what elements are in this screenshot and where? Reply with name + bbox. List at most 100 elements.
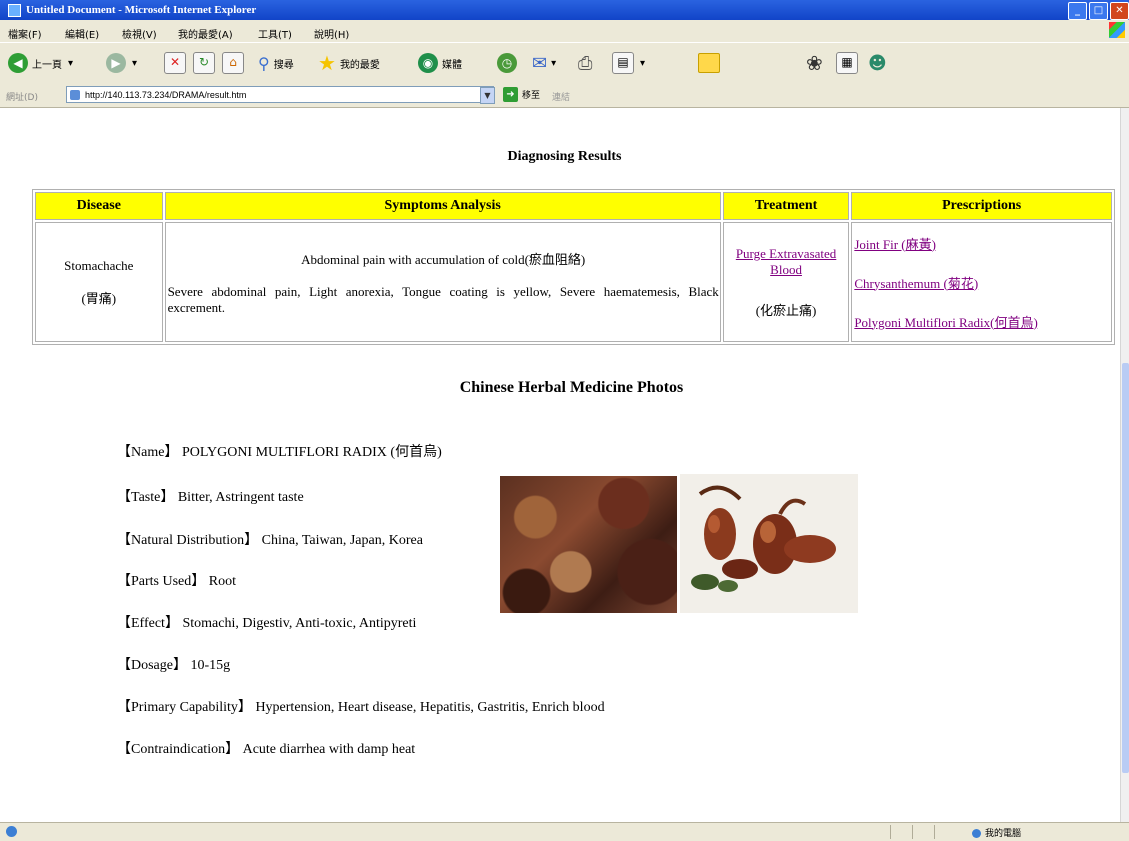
prescription-link-joint-fir[interactable]: Joint Fir (麻黃) bbox=[854, 237, 936, 252]
refresh-button[interactable]: ↻ bbox=[193, 51, 215, 75]
ie-icon bbox=[8, 4, 21, 17]
symptoms-details: Severe abdominal pain, Light anorexia, T… bbox=[167, 283, 719, 315]
edit-button[interactable]: ▤ ▾ bbox=[612, 51, 645, 75]
url-dropdown-button[interactable]: ▼ bbox=[480, 87, 495, 104]
symptoms-cell: Abdominal pain with accumulation of cold… bbox=[164, 222, 721, 342]
search-label: 搜尋 bbox=[273, 59, 294, 71]
scrollbar-thumb[interactable] bbox=[1122, 363, 1129, 773]
prescriptions-cell: Joint Fir (麻黃) Chrysanthemum (菊花) Polygo… bbox=[851, 222, 1112, 342]
security-zone: 我的電腦 bbox=[972, 826, 1021, 839]
menubar: 檔案(F) 編輯(E) 檢視(V) 我的最愛(A) 工具(T) 說明(H) bbox=[0, 20, 1129, 42]
maximize-button[interactable]: □ bbox=[1089, 2, 1108, 20]
menu-help[interactable]: 說明(H) bbox=[314, 26, 349, 41]
menu-view[interactable]: 檢視(V) bbox=[122, 26, 157, 41]
forward-button[interactable]: ▶ ▾ bbox=[106, 51, 137, 75]
toolbar: ◀ 上一頁 ▾ ▶ ▾ ✕ ↻ ⌂ ⚲ 搜尋 ★ 我的最愛 ◉ 媒體 ◷ ✉ ▾… bbox=[0, 42, 1129, 84]
media-button[interactable]: ◉ 媒體 bbox=[418, 51, 462, 75]
header-treatment: Treatment bbox=[722, 192, 850, 220]
disease-cell: Stomachache (胃痛) bbox=[35, 222, 163, 342]
extension-button-3[interactable]: ☻ bbox=[868, 51, 887, 75]
refresh-icon: ↻ bbox=[193, 52, 215, 74]
menu-favorites[interactable]: 我的最愛(A) bbox=[178, 26, 233, 41]
menu-edit[interactable]: 編輯(E) bbox=[65, 26, 99, 41]
header-disease: Disease bbox=[35, 192, 163, 220]
history-button[interactable]: ◷ bbox=[497, 51, 517, 75]
treatment-cell: Purge Extravasated Blood (化瘀止痛) bbox=[722, 222, 850, 342]
print-icon: ⎙ bbox=[578, 52, 593, 74]
chevron-down-icon: ▾ bbox=[68, 57, 74, 69]
herb-field-distribution: 【Natural Distribution】 China, Taiwan, Ja… bbox=[117, 529, 423, 549]
status-divider bbox=[890, 825, 891, 839]
menu-tools[interactable]: 工具(T) bbox=[258, 26, 292, 41]
chevron-down-icon: ▾ bbox=[132, 57, 138, 69]
mail-button[interactable]: ✉ ▾ bbox=[532, 51, 556, 75]
field-label: 【Parts Used】 bbox=[117, 574, 206, 589]
herb-field-contraindication: 【Contraindication】 Acute diarrhea with d… bbox=[117, 738, 415, 758]
page-status-icon bbox=[6, 826, 17, 837]
calendar-icon: ▦ bbox=[836, 52, 858, 74]
favorites-label: 我的最愛 bbox=[339, 59, 380, 71]
go-button[interactable]: ➜ 移至 bbox=[503, 87, 540, 102]
star-icon: ★ bbox=[318, 51, 336, 75]
field-value: Bitter, Astringent taste bbox=[177, 490, 304, 505]
media-label: 媒體 bbox=[442, 59, 462, 71]
address-bar: 網址(D) http://140.113.73.234/DRAMA/result… bbox=[0, 83, 1129, 108]
chevron-down-icon: ▾ bbox=[640, 57, 646, 69]
extension-button-2[interactable]: ▦ bbox=[836, 51, 858, 75]
disease-chinese: (胃痛) bbox=[81, 290, 117, 306]
treatment-link[interactable]: Purge Extravasated Blood bbox=[736, 246, 836, 277]
window-title: Untitled Document - Microsoft Internet E… bbox=[26, 4, 257, 16]
field-label: 【Taste】 bbox=[117, 490, 175, 505]
header-prescriptions: Prescriptions bbox=[851, 192, 1112, 220]
home-button[interactable]: ⌂ bbox=[222, 51, 244, 75]
back-button[interactable]: ◀ 上一頁 ▾ bbox=[8, 51, 73, 75]
links-button[interactable]: 連結 bbox=[552, 90, 570, 103]
herb-field-parts-used: 【Parts Used】 Root bbox=[117, 570, 236, 590]
computer-icon bbox=[972, 829, 981, 838]
back-arrow-icon: ◀ bbox=[8, 53, 28, 73]
header-symptoms: Symptoms Analysis bbox=[164, 192, 721, 220]
page-content: Diagnosing Results Disease Symptoms Anal… bbox=[0, 108, 1129, 822]
field-label: 【Effect】 bbox=[117, 616, 179, 631]
extension-button-1[interactable]: ❀ bbox=[806, 51, 823, 75]
symptoms-analysis: Abdominal pain with accumulation of cold… bbox=[301, 251, 586, 267]
stop-button[interactable]: ✕ bbox=[164, 51, 186, 75]
folder-icon bbox=[698, 53, 720, 73]
field-value: Stomachi, Digestiv, Anti-toxic, Antipyre… bbox=[182, 616, 417, 631]
field-label: 【Name】 bbox=[117, 445, 179, 460]
address-label: 網址(D) bbox=[6, 93, 38, 103]
results-title: Diagnosing Results bbox=[507, 149, 622, 164]
prescription-link-chrysanthemum[interactable]: Chrysanthemum (菊花) bbox=[854, 276, 978, 291]
herb-photo-whole-root bbox=[680, 474, 858, 613]
table-header-row: Disease Symptoms Analysis Treatment Pres… bbox=[35, 192, 1112, 220]
search-icon: ⚲ bbox=[258, 53, 270, 73]
field-value: Acute diarrhea with damp heat bbox=[242, 742, 416, 757]
discuss-button[interactable] bbox=[698, 51, 720, 75]
menu-file[interactable]: 檔案(F) bbox=[8, 26, 42, 41]
vertical-scrollbar[interactable] bbox=[1120, 108, 1129, 822]
field-label: 【Natural Distribution】 bbox=[117, 533, 259, 548]
url-text: http://140.113.73.234/DRAMA/result.htm bbox=[85, 90, 247, 100]
herb-field-primary-capability: 【Primary Capability】 Hypertension, Heart… bbox=[117, 696, 605, 716]
page-icon bbox=[70, 90, 80, 100]
go-arrow-icon: ➜ bbox=[503, 87, 518, 102]
minimize-button[interactable]: _ bbox=[1068, 2, 1087, 20]
url-input[interactable]: http://140.113.73.234/DRAMA/result.htm bbox=[66, 86, 494, 103]
favorites-button[interactable]: ★ 我的最愛 bbox=[318, 51, 380, 75]
close-button[interactable]: ✕ bbox=[1110, 2, 1129, 20]
table-row: Stomachache (胃痛) Abdominal pain with acc… bbox=[35, 222, 1112, 342]
field-value: Hypertension, Heart disease, Hepatitis, … bbox=[255, 700, 605, 715]
root-illustration bbox=[680, 474, 858, 613]
forward-arrow-icon: ▶ bbox=[106, 53, 126, 73]
herb-field-dosage: 【Dosage】 10-15g bbox=[117, 654, 230, 674]
status-bar: 我的電腦 bbox=[0, 822, 1129, 841]
windows-logo-icon bbox=[1109, 22, 1125, 38]
field-value: Root bbox=[208, 574, 237, 589]
window-titlebar: Untitled Document - Microsoft Internet E… bbox=[0, 0, 1129, 20]
print-button[interactable]: ⎙ bbox=[578, 51, 592, 75]
search-button[interactable]: ⚲ 搜尋 bbox=[258, 51, 294, 75]
history-icon: ◷ bbox=[497, 53, 517, 73]
status-divider bbox=[934, 825, 935, 839]
prescription-link-polygoni[interactable]: Polygoni Multiflori Radix(何首烏) bbox=[854, 315, 1037, 330]
mail-icon: ✉ bbox=[532, 52, 548, 74]
